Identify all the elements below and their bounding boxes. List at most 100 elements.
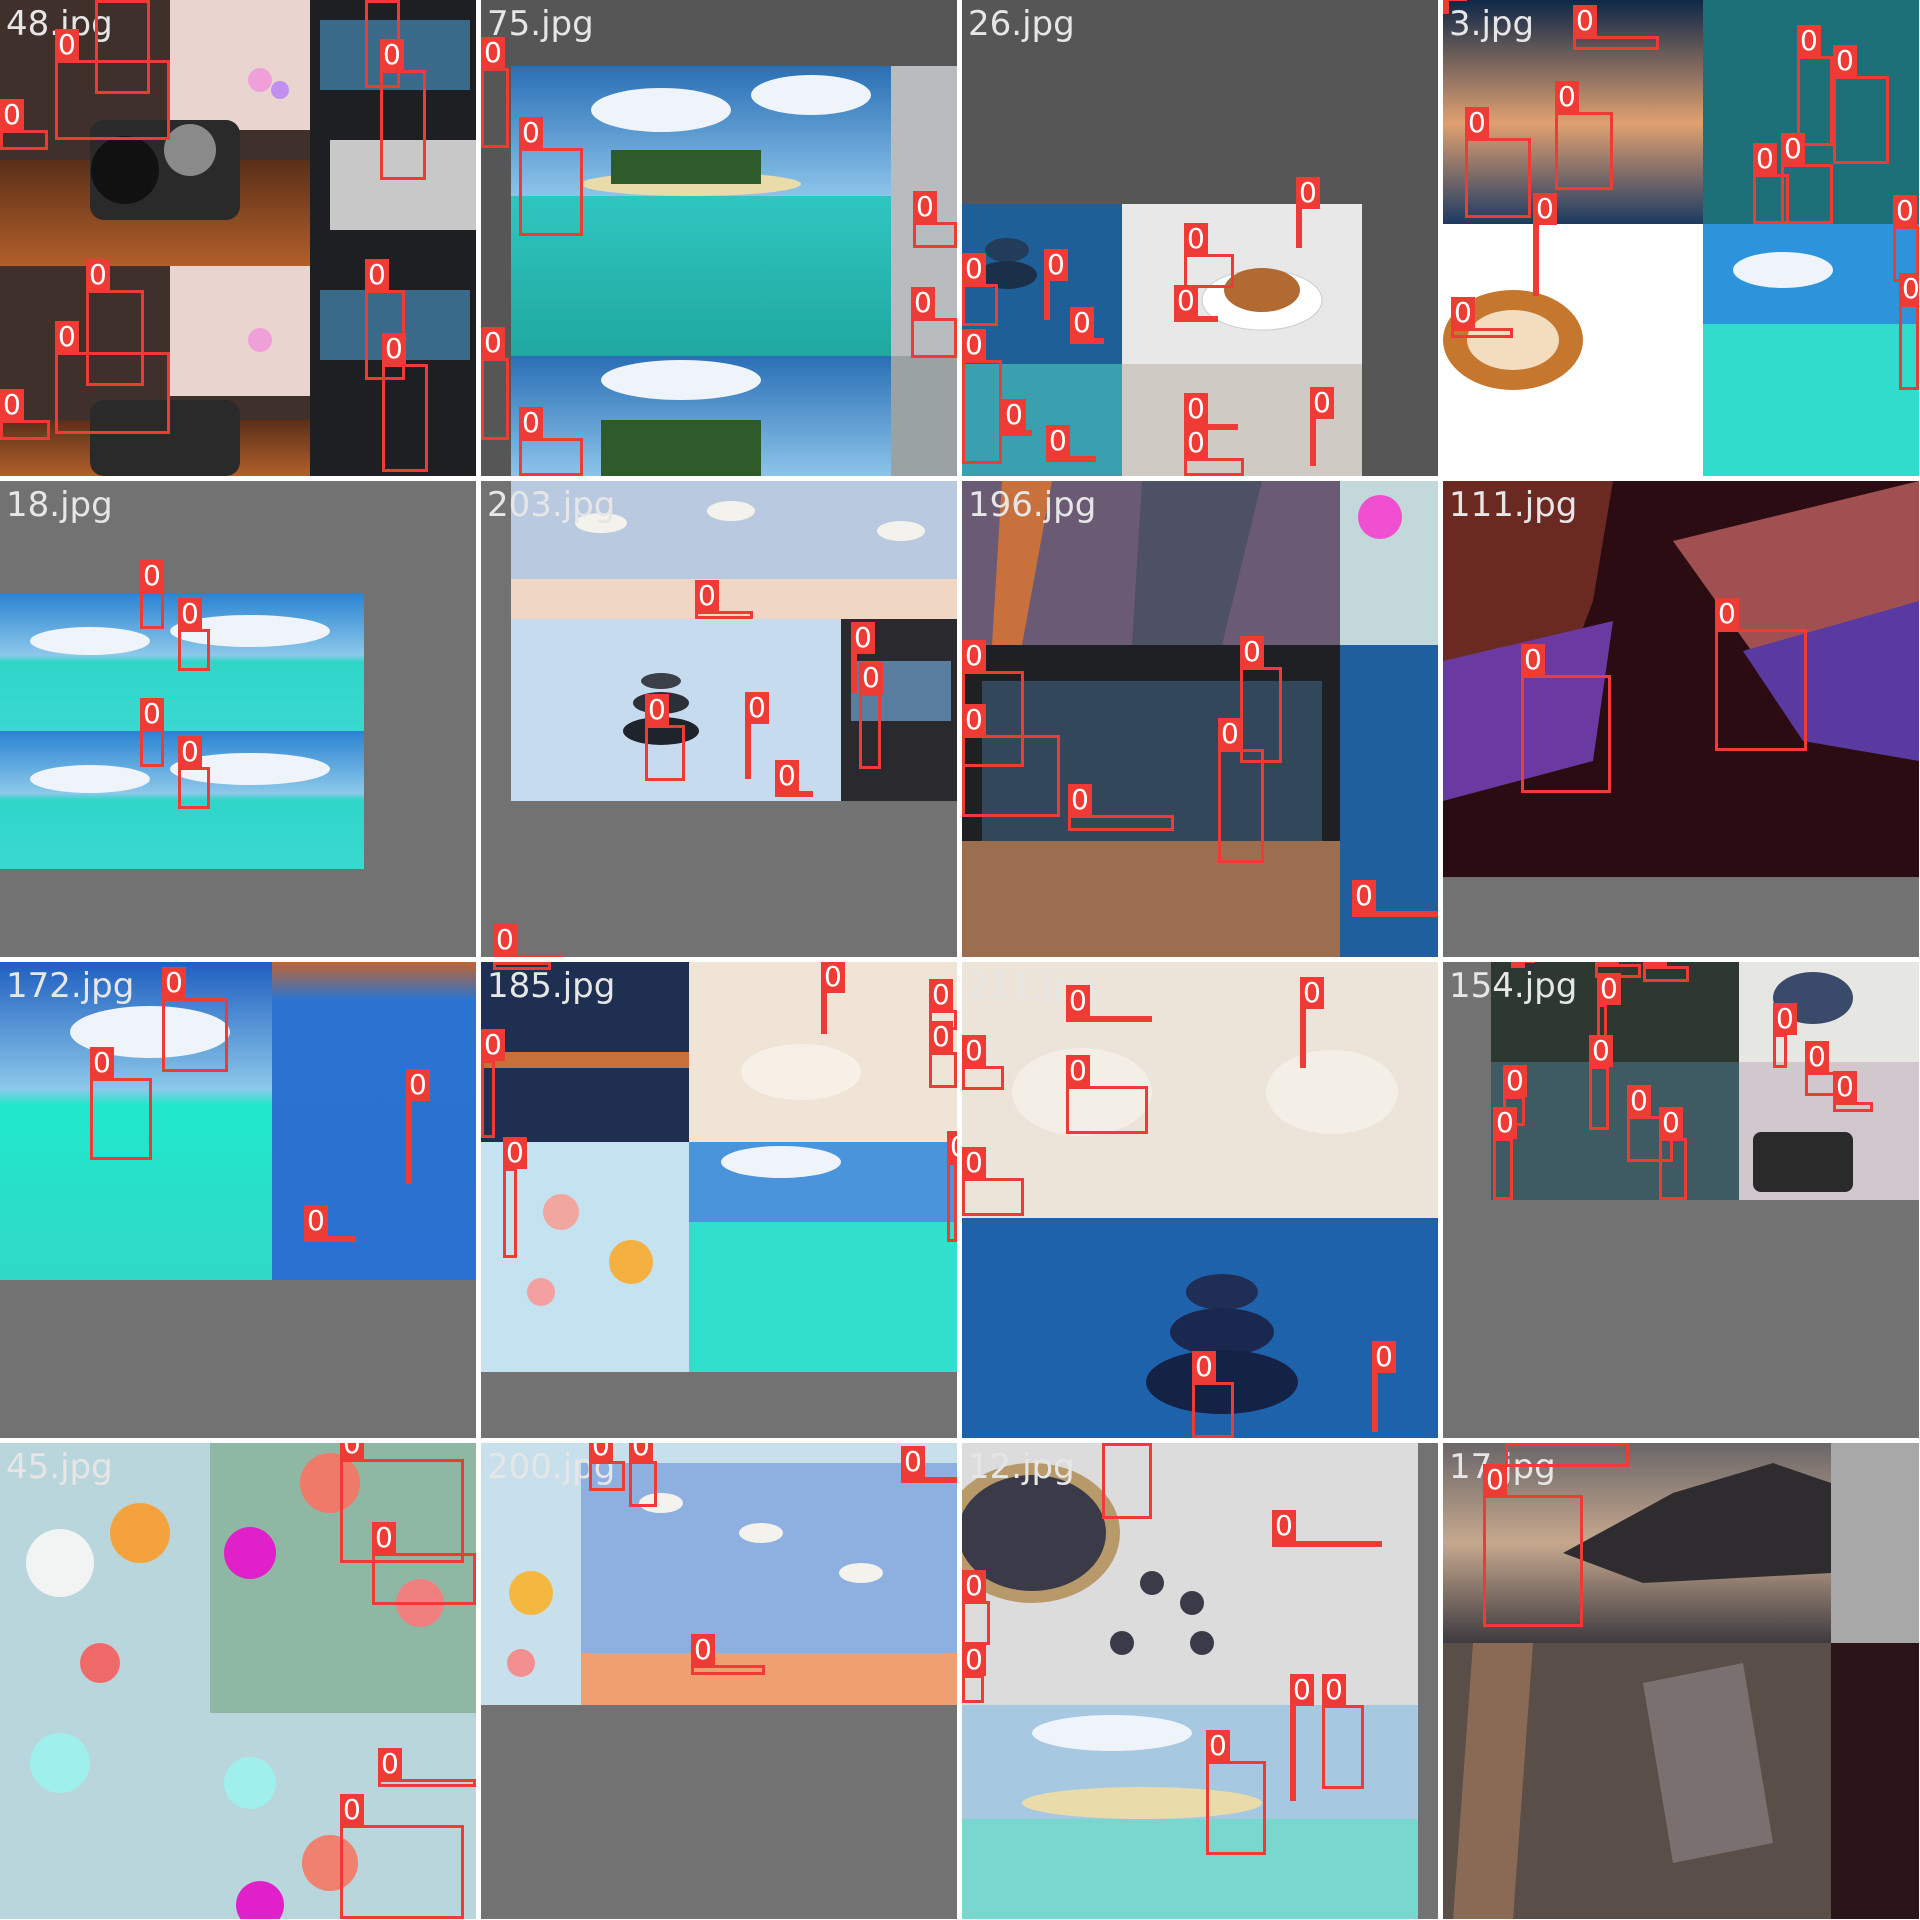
detection-box: 0 — [519, 407, 583, 476]
detection-box: 0 — [1715, 598, 1807, 751]
class-label: 0 — [95, 0, 119, 1]
class-label: 0 — [913, 191, 937, 223]
class-label: 0 — [962, 1035, 986, 1067]
class-label: 0 — [859, 662, 883, 694]
mosaic-tile: 172.jpg 0 0 0 0 — [0, 962, 476, 1438]
detection-box: 0 — [1443, 0, 1467, 14]
class-label: 0 — [1300, 977, 1324, 1009]
detection-box: 0 — [140, 560, 164, 629]
class-label: 0 — [178, 598, 202, 630]
detection-box: 0 — [1511, 962, 1535, 968]
class-label: 0 — [1296, 177, 1320, 209]
class-label: 0 — [304, 1205, 328, 1237]
tile-image — [962, 1443, 1418, 1919]
detection-box: 0 — [1533, 193, 1557, 296]
mosaic-tile: 45.jpg 0 0 0 0 — [0, 1443, 476, 1919]
class-label: 0 — [1573, 5, 1597, 37]
class-label: 0 — [380, 39, 404, 71]
detection-box: 0 — [745, 692, 769, 779]
class-label: 0 — [775, 760, 799, 792]
tile-filename: 203.jpg — [487, 485, 616, 525]
detection-box: 0 — [695, 580, 753, 619]
class-label: 0 — [519, 117, 543, 149]
detection-box: 0 — [1296, 177, 1320, 248]
class-label: 0 — [1070, 307, 1094, 339]
mosaic-tile: 211.jpg 0 0 0 0 0 0 0 — [962, 962, 1438, 1438]
class-label: 0 — [340, 1794, 364, 1826]
class-label: 0 — [481, 1029, 505, 1061]
detection-box: 0 — [1451, 297, 1513, 338]
class-label: 0 — [1805, 1041, 1829, 1073]
detection-box: 0 — [1066, 985, 1152, 1022]
class-label: 0 — [1627, 1085, 1651, 1117]
class-label: 0 — [1505, 1443, 1529, 1444]
detection-box: 0 — [1483, 1464, 1583, 1627]
class-label: 0 — [378, 1748, 402, 1780]
detection-box: 0 — [901, 1446, 957, 1483]
detection-box: 0 — [1643, 962, 1689, 982]
detection-box: 0 — [1521, 644, 1611, 793]
class-label: 0 — [1797, 25, 1821, 57]
class-label: 0 — [1184, 393, 1208, 425]
class-label: 0 — [0, 389, 24, 421]
detection-box: 0 — [378, 1748, 476, 1787]
detection-box: 0 — [962, 1035, 1004, 1090]
class-label: 0 — [1192, 1351, 1216, 1383]
detection-box: 0 — [1781, 133, 1833, 224]
detection-box: 0 — [1589, 1035, 1613, 1130]
class-label: 0 — [0, 99, 24, 131]
class-label: 0 — [372, 1522, 396, 1554]
class-label: 0 — [962, 1644, 986, 1676]
detection-box: 0 — [304, 1205, 356, 1242]
detection-box: 0 — [1272, 1510, 1382, 1547]
detection-box: 0 — [1659, 1107, 1687, 1200]
class-label: 0 — [745, 692, 769, 724]
detection-box: 0 — [691, 1634, 765, 1675]
detection-box: 0 — [1300, 977, 1324, 1068]
detection-box: 0 — [859, 662, 883, 769]
class-label: 0 — [901, 1446, 925, 1478]
class-label: 0 — [1044, 249, 1068, 281]
class-label: 0 — [1443, 0, 1467, 1]
detection-box: 0 — [481, 327, 509, 440]
detection-box: 0 — [913, 191, 957, 248]
class-label: 0 — [1046, 425, 1070, 457]
detection-box: 0 — [1184, 223, 1234, 288]
detection-box: 0 — [962, 704, 1060, 817]
class-label: 0 — [821, 962, 845, 993]
detection-box: 0 — [1046, 425, 1096, 462]
class-label: 0 — [178, 736, 202, 768]
class-label: 0 — [1555, 81, 1579, 113]
class-label: 0 — [1893, 195, 1917, 227]
class-label: 0 — [55, 29, 79, 61]
class-label: 0 — [1352, 880, 1376, 912]
mosaic-tile: 12.jpg 0 0 0 0 0 0 0 — [962, 1443, 1438, 1919]
class-label: 0 — [1833, 1071, 1857, 1103]
detection-box: 0 — [1102, 1443, 1152, 1519]
class-label: 0 — [1589, 1035, 1613, 1067]
class-label: 0 — [1643, 962, 1667, 967]
mosaic-tile: 203.jpg 0 0 0 0 0 0 0 — [481, 481, 957, 957]
tile-filename: 172.jpg — [6, 966, 135, 1006]
detection-box: 0 — [1322, 1674, 1364, 1789]
detection-box: 0 — [481, 37, 509, 148]
detection-box: 0 — [340, 1443, 464, 1563]
detection-box: 0 — [406, 1069, 430, 1184]
class-label: 0 — [140, 698, 164, 730]
detection-box: 0 — [178, 598, 210, 671]
class-label: 0 — [929, 979, 953, 1011]
mosaic-tile: 111.jpg 0 0 — [1443, 481, 1919, 957]
class-label: 0 — [589, 1443, 613, 1462]
detection-box: 0 — [1493, 1107, 1517, 1200]
class-label: 0 — [481, 37, 505, 69]
class-label: 0 — [962, 640, 986, 672]
detection-box: 0 — [1899, 273, 1919, 390]
class-label: 0 — [1218, 718, 1242, 750]
tile-filename: 196.jpg — [968, 485, 1097, 525]
detection-box: 0 — [493, 962, 551, 970]
mosaic-tile: 75.jpg 0 0 0 0 0 0 — [481, 0, 957, 476]
class-label: 0 — [1465, 107, 1489, 139]
detection-box: 0 — [929, 1021, 957, 1088]
class-label: 0 — [503, 1137, 527, 1169]
class-label: 0 — [695, 580, 719, 612]
